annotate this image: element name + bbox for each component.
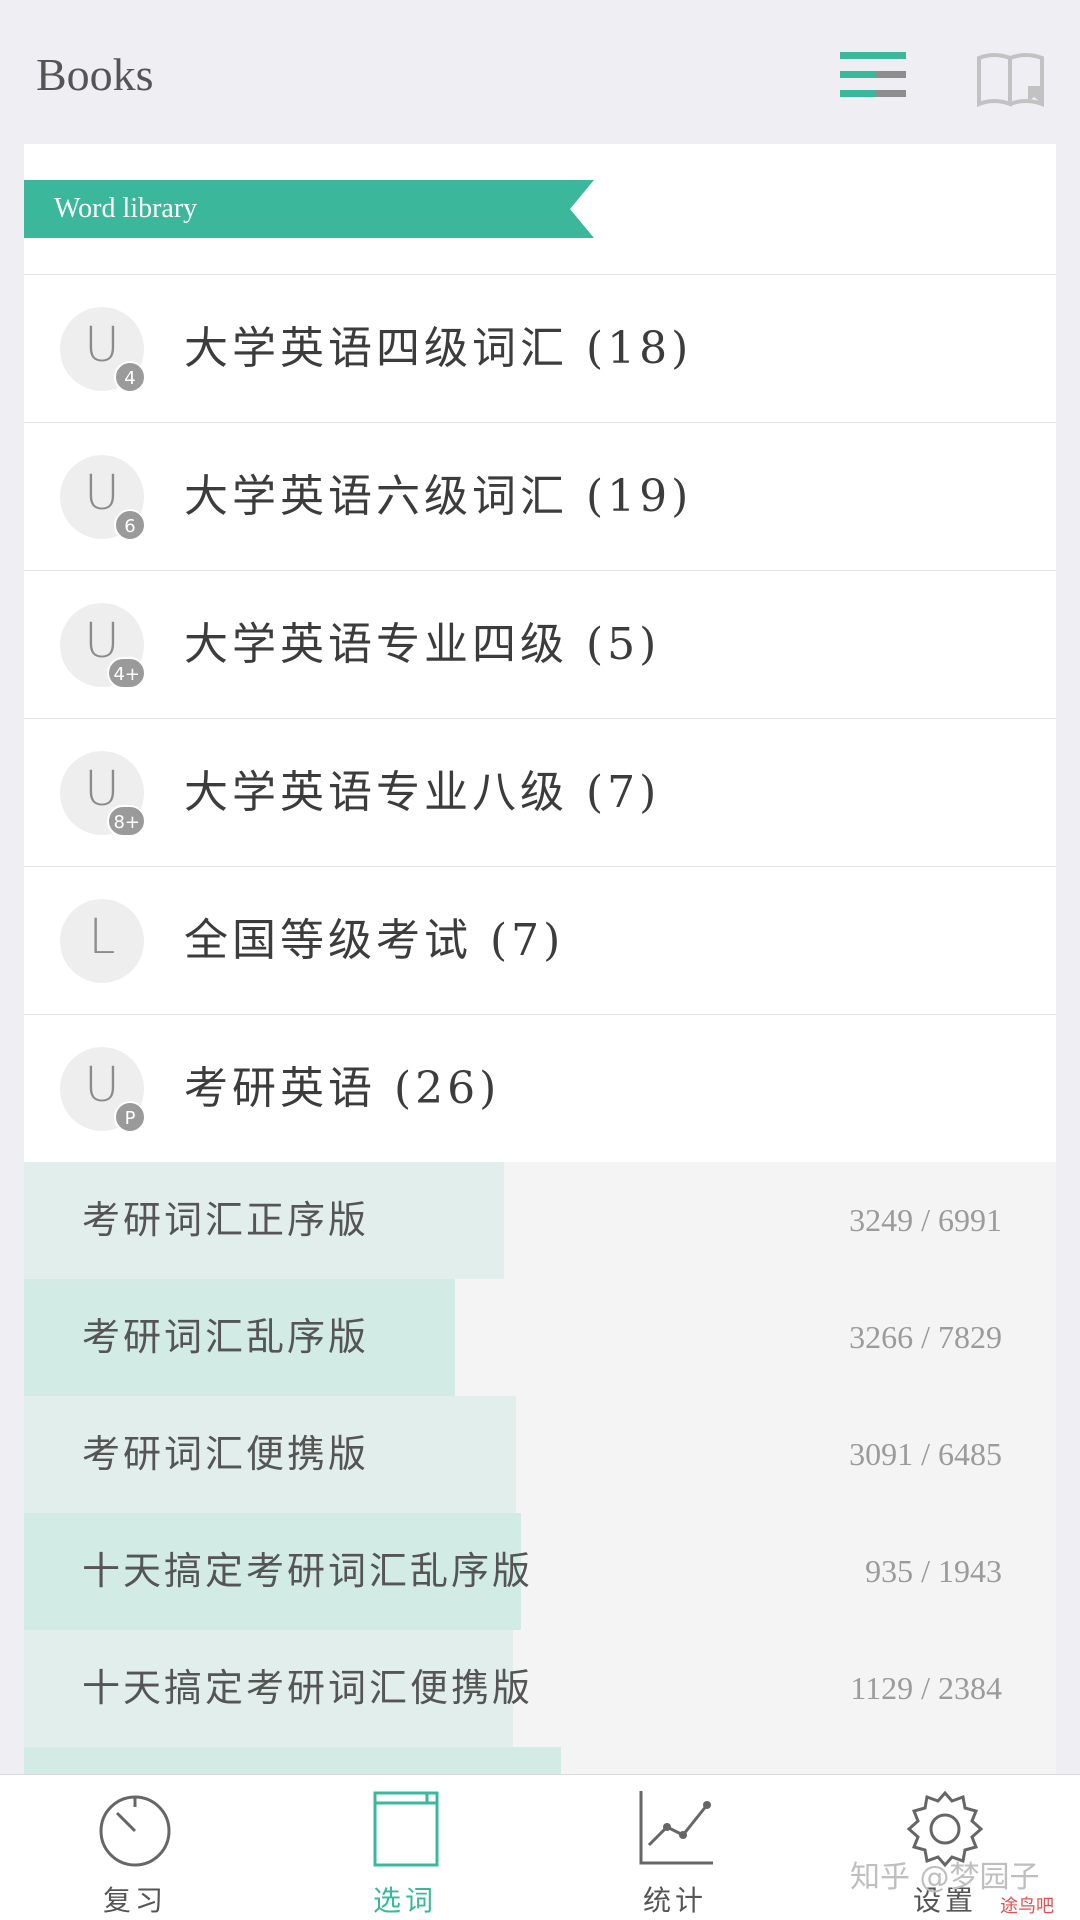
line-chart-icon: [639, 1791, 713, 1865]
book-label: 十天搞定考研词汇便携版: [82, 1666, 534, 1710]
watermark-text: 知乎 @梦园子: [850, 1860, 1040, 1895]
category-item[interactable]: L 全国等级考试 (7): [24, 866, 1056, 1014]
book-item[interactable]: 十天搞定考研词汇便携版 1129 / 2384: [24, 1630, 1056, 1747]
category-item[interactable]: U 4 大学英语四级词汇 (18): [24, 274, 1056, 422]
word-library-card: Word library U 4 大学英语四级词汇 (18) U 6 大学英语六…: [24, 144, 1056, 1774]
book-count: 1129 / 2384: [850, 1670, 1002, 1706]
category-avatar: U 6: [60, 455, 146, 541]
avatar-badge: 4: [114, 361, 146, 393]
book-cover-icon: [373, 1791, 439, 1867]
book-label: 考研词汇便携版: [82, 1432, 370, 1476]
avatar-badge: P: [114, 1101, 146, 1133]
book-label: 考研词汇乱序版: [82, 1315, 370, 1359]
watermark-site: 途鸟吧: [1000, 1896, 1054, 1917]
tab-statistics[interactable]: 统计: [540, 1775, 810, 1920]
category-label: 大学英语专业八级 (7): [184, 767, 661, 818]
tab-review[interactable]: 复习: [0, 1775, 270, 1920]
book-label: 考研词汇正序版: [82, 1198, 370, 1242]
bottom-tab-bar: 复习 选词 统计 设置: [0, 1774, 1080, 1920]
book-item[interactable]: [24, 1747, 1056, 1774]
tab-label: 复习: [102, 1884, 167, 1917]
book-item[interactable]: 考研词汇便携版 3091 / 6485: [24, 1396, 1056, 1513]
category-avatar: U 4+: [60, 603, 146, 689]
category-avatar: U 4: [60, 307, 146, 393]
book-count: 3249 / 6991: [849, 1202, 1002, 1238]
category-item[interactable]: U 6 大学英语六级词汇 (19): [24, 422, 1056, 570]
avatar-badge: 4+: [107, 657, 146, 689]
book-label: 十天搞定考研词汇乱序版: [82, 1549, 534, 1593]
category-item[interactable]: U 4+ 大学英语专业四级 (5): [24, 570, 1056, 718]
ribbon-label: Word library: [54, 193, 198, 224]
category-label: 大学英语专业四级 (5): [184, 619, 661, 670]
category-label: 全国等级考试 (7): [184, 915, 565, 966]
category-list: U 4 大学英语四级词汇 (18) U 6 大学英语六级词汇 (19) U 4+…: [24, 274, 1056, 1162]
category-label: 大学英语四级词汇 (18): [184, 323, 693, 374]
avatar-badge: 8+: [107, 805, 146, 837]
menu-icon[interactable]: [840, 52, 906, 98]
book-item[interactable]: 考研词汇正序版 3249 / 6991: [24, 1162, 1056, 1279]
subitem-list: 考研词汇正序版 3249 / 6991 考研词汇乱序版 3266 / 7829 …: [24, 1162, 1056, 1774]
book-item[interactable]: 十天搞定考研词汇乱序版 935 / 1943: [24, 1513, 1056, 1630]
book-icon[interactable]: [976, 52, 1046, 108]
book-count: 935 / 1943: [865, 1553, 1002, 1589]
book-count: 3266 / 7829: [849, 1319, 1002, 1355]
tab-label: 选词: [372, 1884, 437, 1917]
category-label: 考研英语 (26): [184, 1063, 501, 1114]
tab-select-words[interactable]: 选词: [270, 1775, 540, 1920]
book-count: 3091 / 6485: [849, 1436, 1002, 1472]
timer-icon: [99, 1795, 171, 1867]
page-title: Books: [36, 49, 154, 100]
avatar-badge: 6: [114, 509, 146, 541]
category-avatar: L: [60, 899, 144, 983]
progress-bar: [24, 1747, 561, 1774]
category-item[interactable]: U 8+ 大学英语专业八级 (7): [24, 718, 1056, 866]
category-avatar: U 8+: [60, 751, 146, 837]
header: Books: [0, 0, 1080, 145]
category-item[interactable]: U P 考研英语 (26): [24, 1014, 1056, 1162]
avatar-letter: L: [88, 909, 116, 965]
category-avatar: U P: [60, 1047, 146, 1133]
book-item[interactable]: 考研词汇乱序版 3266 / 7829: [24, 1279, 1056, 1396]
category-label: 大学英语六级词汇 (19): [184, 471, 693, 522]
tab-label: 统计: [642, 1884, 707, 1917]
